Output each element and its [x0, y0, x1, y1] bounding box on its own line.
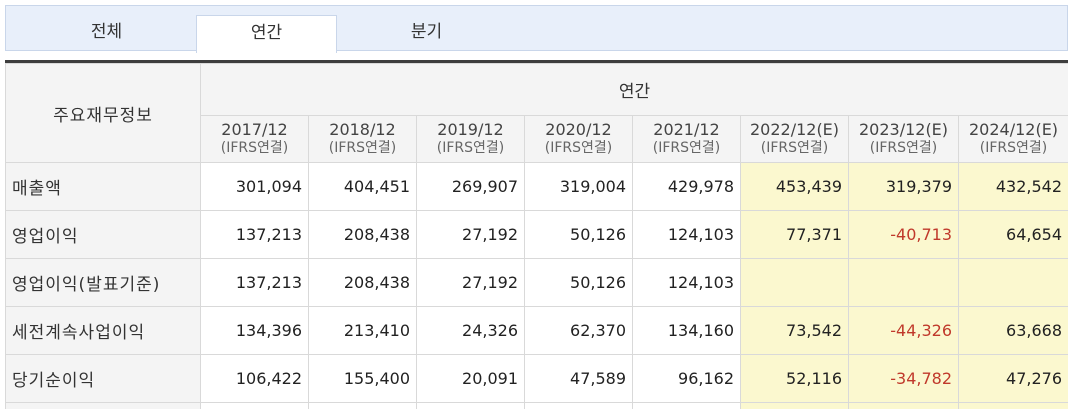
table-row: 세전계속사업이익 134,396 213,410 24,326 62,370 134,16… — [5, 306, 1068, 355]
value-cell: 27,192 — [416, 258, 525, 307]
empty-cell — [957, 402, 1068, 409]
value-cell: 269,907 — [416, 162, 525, 211]
tab-all[interactable]: 전체 — [36, 15, 177, 52]
value-cell: 124,103 — [632, 210, 741, 259]
value-cell: 301,094 — [200, 162, 309, 211]
period-year: 2019/12 — [437, 120, 504, 139]
empty-cell — [416, 402, 525, 409]
period-header: 2023/12(E) (IFRS연결) — [848, 115, 959, 163]
value-cell: 47,589 — [524, 354, 633, 403]
value-cell: 20,091 — [416, 354, 525, 403]
value-cell: 124,103 — [632, 258, 741, 307]
table-row-cutoff — [5, 402, 1068, 409]
row-label: 세전계속사업이익 — [5, 306, 201, 355]
table-row: 영업이익(발표기준) 137,213 208,438 27,192 50,126 124,… — [5, 258, 1068, 307]
period-header: 2017/12 (IFRS연결) — [200, 115, 309, 163]
period-header: 2020/12 (IFRS연결) — [524, 115, 633, 163]
value-cell: 62,370 — [524, 306, 633, 355]
period-header: 2019/12 (IFRS연결) — [416, 115, 525, 163]
value-cell: 213,410 — [308, 306, 417, 355]
row-label: 당기순이익 — [5, 354, 201, 403]
value-cell: 106,422 — [200, 354, 309, 403]
value-cell: 50,126 — [524, 210, 633, 259]
value-cell: 137,213 — [200, 210, 309, 259]
value-cell: 63,668 — [957, 306, 1068, 355]
value-cell: 27,192 — [416, 210, 525, 259]
period-basis: (IFRS연결) — [869, 140, 938, 156]
table-row: 매출액 301,094 404,451 269,907 319,004 429,978 45… — [5, 162, 1068, 211]
value-cell: 96,162 — [632, 354, 741, 403]
empty-cell — [740, 402, 849, 409]
value-cell: 429,978 — [632, 162, 741, 211]
financial-summary-table: 주요재무정보 연간 2017/12 (IFRS연결) 2018/12 (IFRS연결)… — [5, 63, 1068, 409]
value-cell: 47,276 — [957, 354, 1068, 403]
value-cell: 453,439 — [740, 162, 849, 211]
value-cell: 134,160 — [632, 306, 741, 355]
period-year: 2024/12(E) — [968, 120, 1059, 139]
period-tab-bar: 전체 연간 분기 — [5, 5, 1068, 53]
period-year: 2022/12(E) — [749, 120, 840, 139]
empty-cell — [200, 402, 309, 409]
period-header: 2024/12(E) (IFRS연결) — [957, 115, 1068, 163]
period-basis: (IFRS연결) — [652, 140, 721, 156]
period-header: 2022/12(E) (IFRS연결) — [740, 115, 849, 163]
financial-summary-table-wrapper: 주요재무정보 연간 2017/12 (IFRS연결) 2018/12 (IFRS연결)… — [5, 60, 1068, 409]
period-basis: (IFRS연결) — [328, 140, 397, 156]
row-label: 매출액 — [5, 162, 201, 211]
empty-cell — [632, 402, 741, 409]
period-basis: (IFRS연결) — [544, 140, 613, 156]
period-basis: (IFRS연결) — [760, 140, 829, 156]
value-cell: 73,542 — [740, 306, 849, 355]
period-year: 2017/12 — [221, 120, 288, 139]
period-basis: (IFRS연결) — [979, 140, 1048, 156]
period-header: 2021/12 (IFRS연결) — [632, 115, 741, 163]
period-basis: (IFRS연결) — [436, 140, 505, 156]
empty-cell — [524, 402, 633, 409]
empty-cell — [5, 402, 201, 409]
value-cell: -40,713 — [848, 210, 959, 259]
value-cell: 52,116 — [740, 354, 849, 403]
value-cell: 24,326 — [416, 306, 525, 355]
row-label: 영업이익 — [5, 210, 201, 259]
value-cell — [740, 258, 849, 307]
corner-header: 주요재무정보 — [5, 63, 201, 163]
period-year: 2020/12 — [545, 120, 612, 139]
period-basis: (IFRS연결) — [220, 140, 289, 156]
value-cell: 50,126 — [524, 258, 633, 307]
period-year: 2023/12(E) — [858, 120, 949, 139]
empty-cell — [848, 402, 959, 409]
value-cell: 64,654 — [957, 210, 1068, 259]
period-year: 2021/12 — [653, 120, 720, 139]
value-cell: 319,379 — [848, 162, 959, 211]
value-cell: 432,542 — [957, 162, 1068, 211]
table-body: 매출액 301,094 404,451 269,907 319,004 429,978 45… — [5, 162, 1068, 409]
table-row: 영업이익 137,213 208,438 27,192 50,126 124,103 77,… — [5, 210, 1068, 259]
value-cell: 319,004 — [524, 162, 633, 211]
value-cell: 208,438 — [308, 210, 417, 259]
table-row: 당기순이익 106,422 155,400 20,091 47,589 96,162 52,… — [5, 354, 1068, 403]
value-cell: 77,371 — [740, 210, 849, 259]
value-cell — [848, 258, 959, 307]
tab-annual[interactable]: 연간 — [196, 15, 337, 53]
value-cell: 404,451 — [308, 162, 417, 211]
value-cell: -34,782 — [848, 354, 959, 403]
value-cell: 134,396 — [200, 306, 309, 355]
annual-group-header: 연간 — [199, 63, 1068, 116]
empty-cell — [308, 402, 417, 409]
value-cell: 137,213 — [200, 258, 309, 307]
tab-quarterly[interactable]: 분기 — [356, 15, 497, 52]
value-cell: 155,400 — [308, 354, 417, 403]
value-cell: 208,438 — [308, 258, 417, 307]
value-cell — [957, 258, 1068, 307]
value-cell: -44,326 — [848, 306, 959, 355]
period-year: 2018/12 — [329, 120, 396, 139]
row-label: 영업이익(발표기준) — [5, 258, 201, 307]
period-header: 2018/12 (IFRS연결) — [308, 115, 417, 163]
